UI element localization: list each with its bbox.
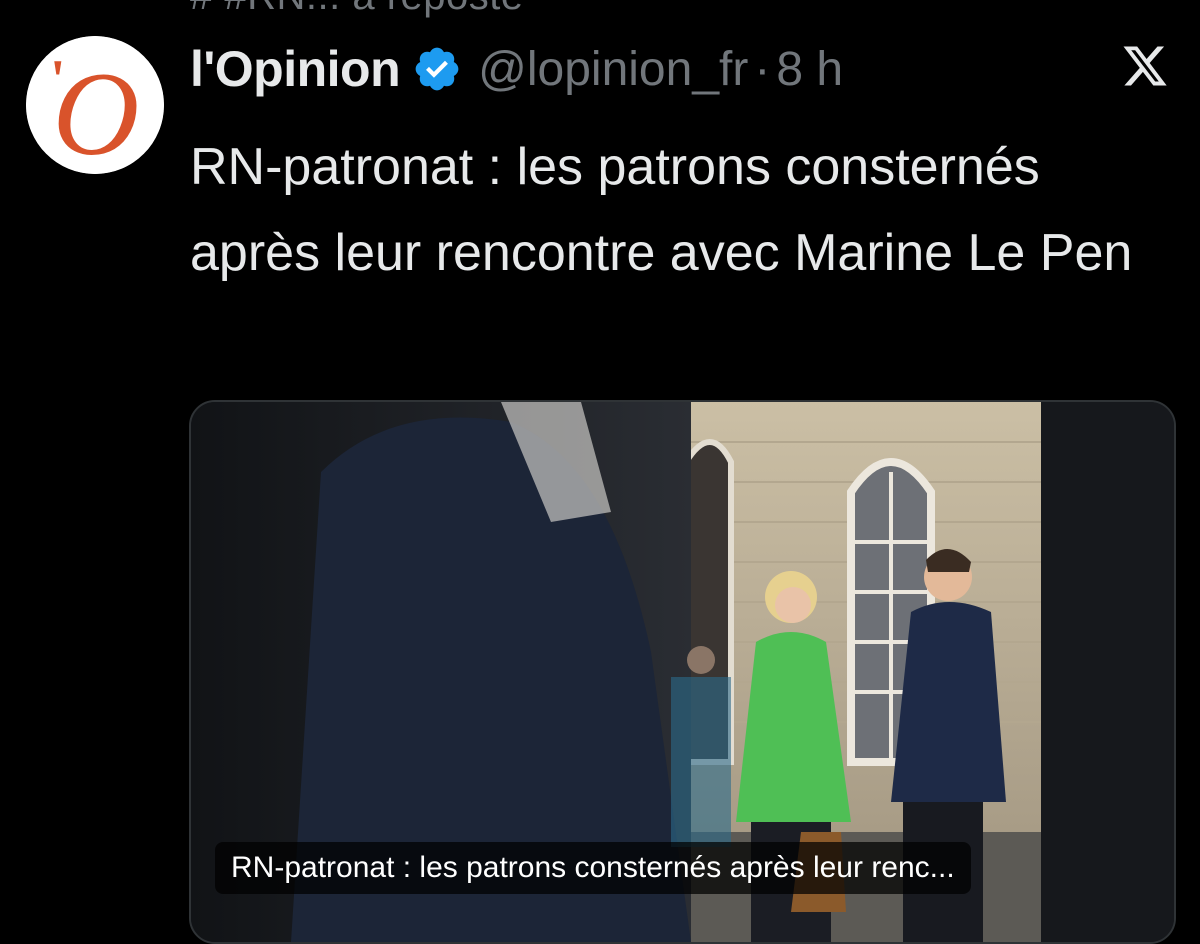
avatar-letter: O xyxy=(53,47,140,174)
separator-dot: · xyxy=(754,42,771,96)
timestamp[interactable]: 8 h xyxy=(776,42,843,97)
tweet-header: l'Opinion @lopinion_fr · 8 h xyxy=(190,34,843,104)
x-logo-icon[interactable] xyxy=(1120,42,1170,90)
verified-badge-icon[interactable] xyxy=(412,44,462,94)
avatar[interactable]: ' O xyxy=(26,36,164,174)
repost-indicator: # #RN... a reposté xyxy=(190,0,524,19)
link-card-title: RN-patronat : les patrons consternés apr… xyxy=(215,842,971,894)
handle[interactable]: @lopinion_fr xyxy=(478,42,748,97)
lopinion-logo-icon: ' O xyxy=(26,36,164,174)
link-card[interactable]: RN-patronat : les patrons consternés apr… xyxy=(189,400,1176,944)
tweet-text: RN-patronat : les patrons consternés apr… xyxy=(190,138,1133,282)
display-name[interactable]: l'Opinion xyxy=(190,40,401,98)
